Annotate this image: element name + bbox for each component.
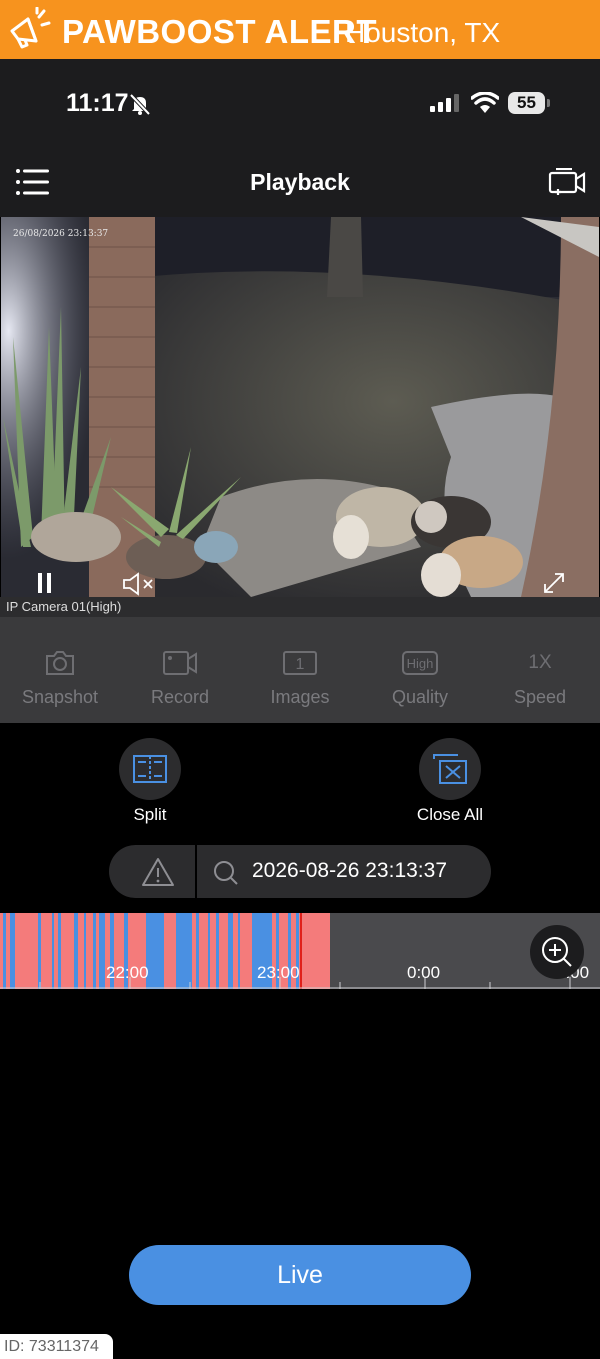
split-button[interactable] [119,738,181,800]
quality-icon-text: High [407,656,434,671]
playback-datetime[interactable]: 2026-08-26 23:13:37 [252,859,447,883]
wifi-icon [471,92,499,113]
status-time: 11:17 [66,89,129,117]
snapshot-button[interactable]: Snapshot [0,617,120,723]
brand-title: PAWBOOST ALERT [62,13,377,50]
close-all-icon [433,754,467,784]
live-button[interactable]: Live [129,1245,471,1305]
images-icon: 1 [283,651,317,675]
speed-label: Speed [513,687,567,707]
timeline-label: 23:00 [257,963,300,982]
camera-label: IP Camera 01(High) [0,597,600,617]
zoom-in-icon [542,937,572,967]
quality-icon: High [402,651,438,675]
battery-level: 55 [508,92,545,114]
quality-button[interactable]: High Quality [360,617,480,723]
page-title: Playback [250,169,350,195]
quality-label: Quality [391,687,449,707]
camera-icon [46,651,74,675]
speed-button[interactable]: 1X Speed [480,617,600,723]
close-all-button[interactable] [419,738,481,800]
speed-icon: 1X [528,652,552,673]
video-record-icon [163,651,197,675]
close-all-label: Close All [416,805,484,824]
fullscreen-icon[interactable] [542,571,566,595]
pause-icon[interactable] [37,572,53,594]
bell-muted-icon [129,93,151,116]
camera-video-feed[interactable]: 26/08/2026 23:13:37 [1,217,599,597]
timeline-label: 22:00 [106,963,149,982]
time-search-bar[interactable]: 2026-08-26 23:13:37 [109,845,491,898]
status-bar: 11:17 55 [0,59,600,149]
cell-signal-icon [430,94,459,112]
warning-icon[interactable] [141,857,175,887]
speaker-mute-icon[interactable] [122,572,156,596]
timeline-label: 0:00 [407,963,441,982]
playback-toolbar: Snapshot Record 1 Images High Quality 1X… [0,617,600,723]
video-timestamp: 26/08/2026 23:13:37 [13,229,109,239]
search-icon[interactable] [213,860,239,886]
playback-timeline[interactable]: 22:00 23:00 0:00 1:00 [0,913,600,989]
images-button[interactable]: 1 Images [240,617,360,723]
split-icon [133,755,167,783]
battery-indicator: 55 [508,92,550,114]
images-label: Images [270,687,330,707]
split-label: Split [133,805,167,824]
multi-camera-icon[interactable] [548,168,586,198]
alert-city: Houston, TX [345,17,501,48]
timeline-bars [0,913,600,989]
night-porch-scene [1,217,599,597]
record-button[interactable]: Record [120,617,240,723]
record-label: Record [150,687,210,707]
nav-bar: Playback [0,149,600,217]
post-id-tag: ID: 73311374 [0,1334,113,1359]
megaphone-icon [10,7,51,49]
images-icon-text: 1 [296,656,305,673]
snapshot-label: Snapshot [21,687,99,707]
pawboost-banner: PAWBOOST ALERT Houston, TX [0,0,600,59]
pill-divider [195,845,197,898]
timeline-zoom-button[interactable] [530,925,584,979]
